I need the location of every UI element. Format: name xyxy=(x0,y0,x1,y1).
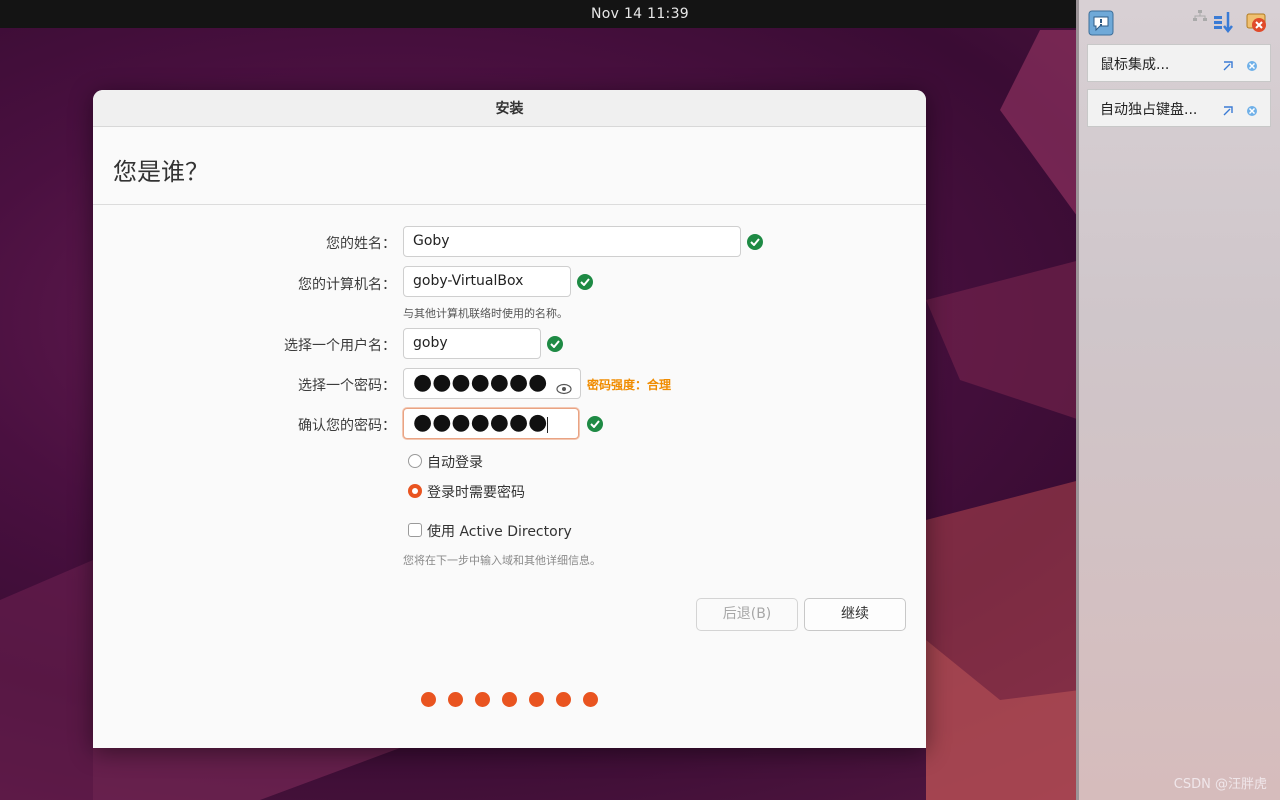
progress-dot xyxy=(556,692,571,707)
name-valid-check-icon xyxy=(747,234,763,250)
installer-window: 安装 您是谁？ 您的姓名： Goby 您的计算机名： goby-VirtualB… xyxy=(93,90,926,748)
name-label: 您的姓名： xyxy=(326,236,396,252)
confirm-password-label: 确认您的密码： xyxy=(298,418,396,434)
require-password-radio[interactable] xyxy=(408,484,422,498)
progress-dot xyxy=(475,692,490,707)
progress-dot xyxy=(421,692,436,707)
notification-card[interactable]: 鼠标集成... xyxy=(1087,44,1271,82)
network-icon xyxy=(1193,7,1207,26)
auto-login-radio[interactable] xyxy=(408,454,422,468)
computer-name-input[interactable]: goby-VirtualBox xyxy=(403,266,571,297)
sort-icon[interactable] xyxy=(1213,10,1235,38)
progress-dot xyxy=(502,692,517,707)
confirm-password-value: ●●●●●●● xyxy=(413,410,548,435)
notification-card[interactable]: 自动独占键盘... xyxy=(1087,89,1271,127)
computer-name-value: goby-VirtualBox xyxy=(413,273,524,289)
window-title: 安装 xyxy=(93,90,926,127)
active-directory-hint: 您将在下一步中输入域和其他详细信息。 xyxy=(403,554,601,567)
continue-button[interactable]: 继续 xyxy=(804,598,906,631)
password-label: 选择一个密码： xyxy=(298,378,396,394)
header-divider xyxy=(93,204,926,205)
password-value: ●●●●●●● xyxy=(413,370,548,395)
computer-name-valid-check-icon xyxy=(577,274,593,290)
notification-panel: 鼠标集成... 自动独占键盘... CSDN @汪胖虎 xyxy=(1076,0,1280,800)
password-input[interactable]: ●●●●●●● xyxy=(403,368,581,399)
require-password-label[interactable]: 登录时需要密码 xyxy=(427,482,525,502)
name-input[interactable]: Goby xyxy=(403,226,741,257)
confirm-password-input[interactable]: ●●●●●●● xyxy=(403,408,579,439)
close-notification-icon[interactable] xyxy=(1246,57,1258,76)
show-password-eye-icon[interactable] xyxy=(556,377,572,406)
notification-label: 自动独占键盘... xyxy=(1100,102,1198,118)
install-progress-dots xyxy=(421,692,598,711)
close-notification-icon[interactable] xyxy=(1246,102,1258,121)
pin-icon[interactable] xyxy=(1222,102,1234,121)
confirm-password-valid-check-icon xyxy=(587,416,603,432)
username-label: 选择一个用户名： xyxy=(284,338,396,354)
watermark: CSDN @汪胖虎 xyxy=(1173,777,1267,792)
progress-dot xyxy=(529,692,544,707)
pin-icon[interactable] xyxy=(1222,57,1234,76)
username-valid-check-icon xyxy=(547,336,563,352)
progress-dot xyxy=(583,692,598,707)
password-strength: 密码强度：合理 xyxy=(587,378,672,392)
auto-login-label[interactable]: 自动登录 xyxy=(427,452,483,472)
computer-name-label: 您的计算机名： xyxy=(298,277,396,293)
panel-toolbar xyxy=(1079,6,1280,36)
message-icon[interactable] xyxy=(1088,10,1114,40)
username-input[interactable]: goby xyxy=(403,328,541,359)
text-cursor xyxy=(547,417,549,433)
active-directory-checkbox[interactable] xyxy=(408,523,422,537)
computer-name-hint: 与其他计算机联络时使用的名称。 xyxy=(403,307,568,320)
active-directory-label[interactable]: 使用 Active Directory xyxy=(427,521,572,541)
back-button[interactable]: 后退(B) xyxy=(696,598,798,631)
close-all-icon[interactable] xyxy=(1245,10,1269,38)
notification-label: 鼠标集成... xyxy=(1100,57,1170,73)
username-value: goby xyxy=(413,335,448,351)
page-heading: 您是谁？ xyxy=(113,158,209,186)
name-value: Goby xyxy=(413,233,450,249)
progress-dot xyxy=(448,692,463,707)
